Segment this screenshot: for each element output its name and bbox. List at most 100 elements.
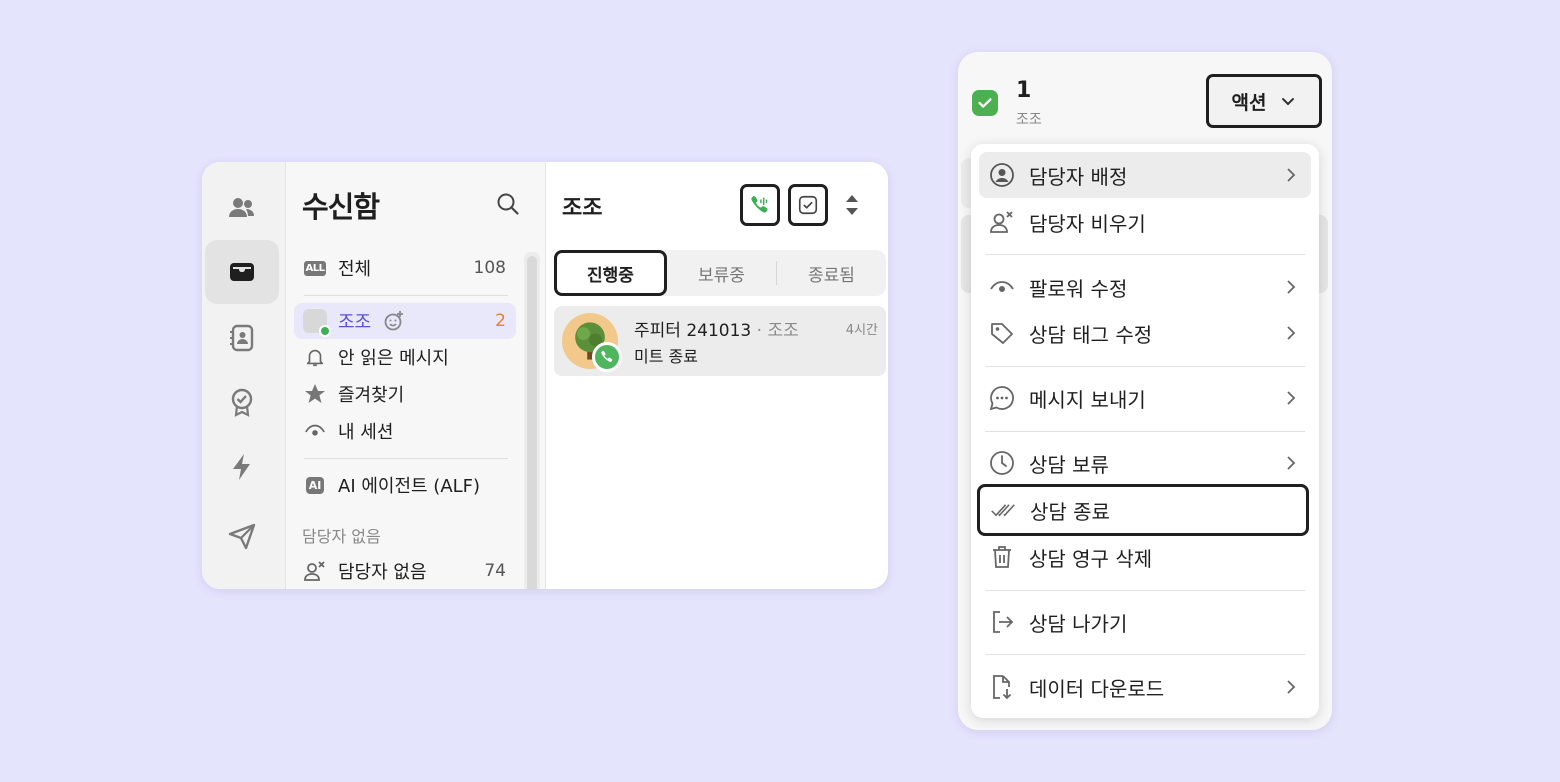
phone-channel-icon <box>592 342 622 372</box>
menu-item-assign[interactable]: 담당자 배정 <box>979 152 1311 198</box>
status-tabs: 진행중 보류중 종료됨 <box>554 250 886 296</box>
menu-item-label: 상담 영구 삭제 <box>1029 546 1153 571</box>
chevron-right-icon <box>1287 680 1296 694</box>
status-emoji-icon[interactable] <box>383 310 405 332</box>
inbox-nav-button[interactable] <box>205 240 279 304</box>
divider <box>985 366 1305 367</box>
divider <box>985 654 1305 655</box>
phone-call-icon <box>751 196 768 213</box>
double-check-icon <box>991 504 1015 517</box>
sidebar-item-label: AI 에이전트 (ALF) <box>338 476 481 497</box>
menu-item-edit-followers[interactable]: 팔로워 수정 <box>979 264 1311 310</box>
selected-count: 1 <box>1016 78 1032 103</box>
exit-icon <box>993 611 1014 633</box>
divider <box>985 254 1305 255</box>
list-item[interactable]: 주피터 241013 · 조조 4시간 미트 종료 <box>554 306 886 376</box>
inbox-tray-icon <box>230 263 254 281</box>
assignee-text: · 조조 <box>756 321 799 341</box>
contact-name-text: 주피터 241013 <box>634 321 752 341</box>
review-nav-button[interactable] <box>205 370 279 434</box>
user-remove-icon <box>304 561 325 581</box>
menu-item-label: 메시지 보내기 <box>1029 387 1146 412</box>
sidebar-item-count: 108 <box>473 258 506 278</box>
contact-name: 주피터 241013 · 조조 <box>634 316 799 341</box>
clock-icon <box>990 451 1014 475</box>
selection-panel: 1 조조 액션 담당자 배정 담당자 비우기 팔로워 수정 상담 태그 수정 메… <box>958 52 1332 730</box>
divider <box>985 590 1305 591</box>
sidebar-item-jojo[interactable]: 조조 2 <box>294 303 516 339</box>
menu-item-edit-tags[interactable]: 상담 태그 수정 <box>979 310 1311 356</box>
divider <box>985 431 1305 432</box>
sidebar-item-unread[interactable]: 안 읽은 메시지 <box>294 339 516 375</box>
sidebar-item-ai-agent[interactable]: AI AI 에이전트 (ALF) <box>294 467 516 503</box>
more-nav-button[interactable] <box>205 566 279 589</box>
tab-on-hold[interactable]: 보류중 <box>667 250 776 296</box>
sidebar-item-my-sessions[interactable]: 내 세션 <box>294 413 516 449</box>
sidebar-item-label: 안 읽은 메시지 <box>338 348 449 369</box>
sort-icon[interactable] <box>842 192 862 218</box>
message-preview: 미트 종료 <box>634 347 698 366</box>
menu-item-send-message[interactable]: 메시지 보내기 <box>979 375 1311 421</box>
chevron-right-icon <box>1287 456 1296 470</box>
menu-item-label: 상담 나가기 <box>1029 611 1128 636</box>
menu-item-hold[interactable]: 상담 보류 <box>979 440 1311 486</box>
ai-badge-icon: AI <box>305 476 325 494</box>
menu-item-label: 상담 보류 <box>1029 452 1109 477</box>
menu-item-label: 담당자 배정 <box>1029 164 1128 189</box>
sidebar-item-unassigned[interactable]: 담당자 없음 74 <box>294 553 516 589</box>
menu-item-label: 데이터 다운로드 <box>1029 676 1165 701</box>
conversation-list: 조조 진행중 보류중 종료됨 주피터 241013 · 조조 4시간 미트 종료 <box>546 162 888 589</box>
sidebar-item-favorites[interactable]: 즐겨찾기 <box>294 376 516 412</box>
sidebar-item-label: 즐겨찾기 <box>338 385 405 406</box>
bell-icon <box>306 349 324 367</box>
inbox-sidebar: 수신함 ALL 전체 108 조조 2 안 읽은 메시지 즐겨찾기 내 세션 A… <box>286 162 546 589</box>
all-badge-icon: ALL <box>303 260 327 276</box>
sidebar-scrollbar[interactable] <box>524 252 540 589</box>
online-status-dot <box>319 325 331 337</box>
contacts-nav-button[interactable] <box>205 306 279 370</box>
menu-item-unassign[interactable]: 담당자 비우기 <box>979 199 1311 245</box>
chevron-right-icon <box>1287 326 1296 340</box>
list-title: 조조 <box>562 196 603 221</box>
action-label: 액션 <box>1231 91 1267 114</box>
tag-icon <box>991 323 1013 344</box>
send-icon <box>228 523 256 550</box>
sidebar-item-all[interactable]: ALL 전체 108 <box>294 250 516 286</box>
user-circle-icon <box>990 163 1014 187</box>
team-nav-button[interactable] <box>205 176 279 240</box>
sidebar-item-label: 전체 <box>338 259 372 280</box>
team-icon <box>229 198 254 217</box>
chevron-right-icon <box>1287 391 1296 405</box>
call-button[interactable] <box>740 184 780 226</box>
action-dropdown-button[interactable]: 액션 <box>1206 74 1322 128</box>
tab-in-progress[interactable]: 진행중 <box>554 250 667 296</box>
contact-book-icon <box>230 324 254 352</box>
menu-item-label: 상담 태그 수정 <box>1029 322 1153 347</box>
campaign-nav-button[interactable] <box>205 504 279 568</box>
divider <box>304 458 508 459</box>
user-remove-icon <box>990 211 1013 233</box>
nav-rail <box>202 162 286 589</box>
search-icon[interactable] <box>495 191 521 217</box>
star-icon <box>305 384 325 403</box>
inbox-window: 수신함 ALL 전체 108 조조 2 안 읽은 메시지 즐겨찾기 내 세션 A… <box>202 162 888 589</box>
menu-item-delete[interactable]: 상담 영구 삭제 <box>979 534 1311 580</box>
chevron-right-icon <box>1287 168 1296 182</box>
tab-closed[interactable]: 종료됨 <box>777 250 886 296</box>
select-mode-button[interactable] <box>788 184 828 226</box>
avatar <box>303 309 331 337</box>
menu-item-close-conversation[interactable]: 상담 종료 <box>977 484 1309 536</box>
select-checkbox[interactable] <box>972 90 998 116</box>
action-menu: 담당자 배정 담당자 비우기 팔로워 수정 상담 태그 수정 메시지 보내기 상… <box>971 144 1319 718</box>
menu-item-leave[interactable]: 상담 나가기 <box>979 599 1311 645</box>
sidebar-item-label: 담당자 없음 <box>338 562 427 583</box>
trash-icon <box>993 546 1011 568</box>
sidebar-item-label: 내 세션 <box>338 422 394 443</box>
menu-item-label: 상담 종료 <box>1030 499 1110 524</box>
section-header: 담당자 없음 <box>302 527 381 546</box>
selected-inbox-name: 조조 <box>1016 112 1042 128</box>
checkbox-icon <box>798 195 818 215</box>
automation-nav-button[interactable] <box>205 435 279 499</box>
menu-item-download[interactable]: 데이터 다운로드 <box>979 664 1311 710</box>
badge-check-icon <box>231 388 253 417</box>
